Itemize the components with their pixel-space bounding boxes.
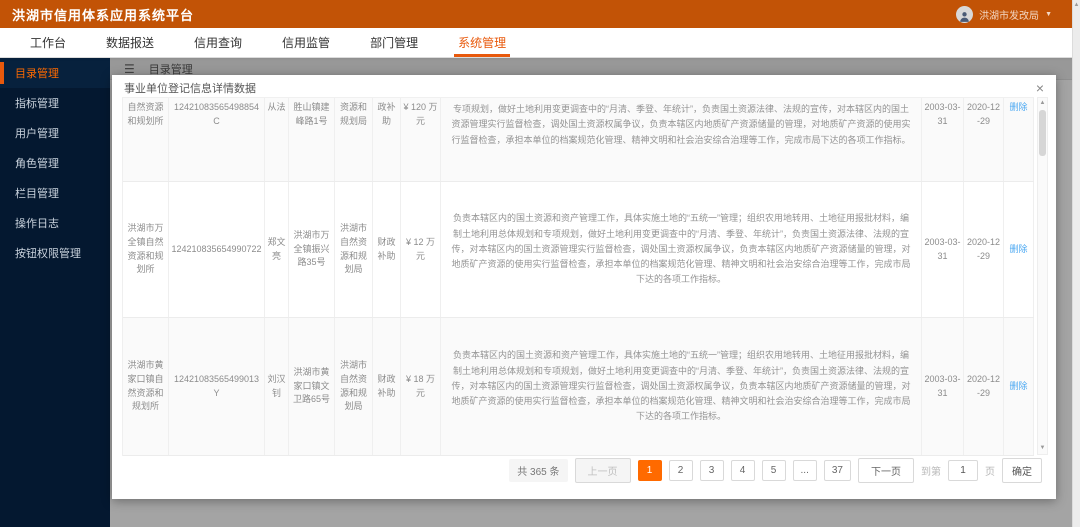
page-button-3[interactable]: 3 [699, 460, 724, 481]
page-button-37[interactable]: 37 [823, 460, 851, 481]
prev-page-button[interactable]: 上一页 [574, 458, 631, 483]
page-button-1[interactable]: 1 [637, 460, 662, 481]
records-table: 自然资源和规划所 12421083565498854C 从法 胜山镇建峰路1号 … [122, 97, 1034, 456]
cell-amount: ¥ 120 万元 [401, 98, 441, 181]
cell-credit-code: 12421083565498854C [169, 98, 265, 181]
confirm-button[interactable]: 确定 [1002, 458, 1042, 483]
scroll-up-icon[interactable]: ▲ [1073, 0, 1080, 10]
cell-amount: ¥ 12 万元 [401, 182, 441, 317]
modal-title: 事业单位登记信息详情数据 [124, 83, 256, 95]
page-button-5[interactable]: 5 [761, 460, 786, 481]
pagination: 共 365 条 上一页 1 2 3 4 5 ... 37 下一页 到第 页 确定 [112, 458, 1042, 483]
nav-tab-data-report[interactable]: 数据报送 [86, 28, 174, 57]
user-menu[interactable]: 洪湖市发改局 ▼ [956, 5, 1052, 23]
delete-link[interactable]: 删除 [1004, 318, 1034, 455]
cell-date-established: 2003-03-31 [922, 98, 964, 181]
cell-org: 资源和规划局 [335, 98, 373, 181]
jump-to-label: 到第 [921, 467, 941, 478]
delete-link[interactable]: 删除 [1004, 182, 1034, 317]
nav-tab-workbench[interactable]: 工作台 [10, 28, 86, 57]
cell-funding: 政补助 [373, 98, 401, 181]
table-row: 洪湖市万全镇自然资源和规划所 124210835654990722 郑文亮 洪湖… [123, 182, 1034, 318]
cell-org: 洪湖市自然资源和规划局 [335, 318, 373, 455]
table-row: 洪湖市黄家口镇自然资源和规划所 12421083565499013Y 刘汉钊 洪… [123, 318, 1034, 456]
page-button-4[interactable]: 4 [730, 460, 755, 481]
cell-funding: 财政补助 [373, 182, 401, 317]
chevron-down-icon: ▼ [1045, 10, 1052, 18]
sidebar-item-columns[interactable]: 栏目管理 [0, 178, 110, 208]
app-title: 洪湖市信用体系应用系统平台 [12, 7, 195, 23]
cell-date-established: 2003-03-31 [922, 182, 964, 317]
page-ellipsis[interactable]: ... [792, 460, 817, 481]
nav-tab-credit-query[interactable]: 信用查询 [174, 28, 262, 57]
cell-credit-code: 124210835654990722 [169, 182, 265, 317]
scroll-up-icon[interactable]: ▲ [1038, 98, 1047, 109]
page-scrollbar[interactable]: ▲ [1072, 0, 1080, 527]
nav-tab-credit-supervision[interactable]: 信用监管 [262, 28, 350, 57]
scrollbar-thumb[interactable] [1039, 110, 1046, 156]
cell-description: 专项规划，做好土地利用变更调查中的“月清、季登、年统计”，负责国土资源法律、法规… [441, 98, 922, 181]
cell-funding: 财政补助 [373, 318, 401, 455]
cell-unit-name: 洪湖市黄家口镇自然资源和规划所 [123, 318, 169, 455]
delete-link[interactable]: 删除 [1004, 98, 1034, 181]
nav-tab-system[interactable]: 系统管理 [438, 28, 526, 57]
cell-unit-name: 洪湖市万全镇自然资源和规划所 [123, 182, 169, 317]
main-nav: 工作台 数据报送 信用查询 信用监管 部门管理 系统管理 [0, 28, 1080, 58]
table-row: 自然资源和规划所 12421083565498854C 从法 胜山镇建峰路1号 … [123, 98, 1034, 182]
detail-modal: 事业单位登记信息详情数据 × 自然资源和规划所 1242108356549885… [112, 75, 1056, 499]
cell-address: 胜山镇建峰路1号 [289, 98, 335, 181]
content-area: ☰ 目录管理 事业单位登记信息详情数据 × 自然资源和规划所 124210835… [110, 58, 1080, 527]
sidebar-item-indicators[interactable]: 指标管理 [0, 88, 110, 118]
cell-date-updated: 2020-12-29 [964, 182, 1004, 317]
app-header: 洪湖市信用体系应用系统平台 洪湖市发改局 ▼ [0, 0, 1080, 28]
sidebar-item-roles[interactable]: 角色管理 [0, 148, 110, 178]
close-icon[interactable]: × [1036, 81, 1044, 95]
cell-person: 郑文亮 [265, 182, 289, 317]
cell-person: 刘汉钊 [265, 318, 289, 455]
cell-credit-code: 12421083565499013Y [169, 318, 265, 455]
next-page-button[interactable]: 下一页 [858, 458, 914, 483]
user-name: 洪湖市发改局 [979, 10, 1040, 22]
page-button-2[interactable]: 2 [668, 460, 693, 481]
cell-date-updated: 2020-12-29 [964, 318, 1004, 455]
cell-org: 洪湖市自然资源和规划局 [335, 182, 373, 317]
cell-unit-name: 自然资源和规划所 [123, 98, 169, 181]
cell-description: 负责本辖区内的国土资源和资产管理工作，具体实施土地的“五统一”管理；组织农用地转… [441, 182, 922, 317]
cell-date-established: 2003-03-31 [922, 318, 964, 455]
sidebar: 目录管理 指标管理 用户管理 角色管理 栏目管理 操作日志 按钮权限管理 [0, 58, 110, 527]
page-unit-label: 页 [985, 467, 995, 478]
nav-tab-department[interactable]: 部门管理 [350, 28, 438, 57]
total-count: 共 365 条 [509, 459, 568, 482]
sidebar-item-logs[interactable]: 操作日志 [0, 208, 110, 238]
sidebar-item-users[interactable]: 用户管理 [0, 118, 110, 148]
cell-description: 负责本辖区内的国土资源和资产管理工作，具体实施土地的“五统一”管理；组织农用地转… [441, 318, 922, 455]
table-scrollbar[interactable]: ▲ ▼ [1037, 97, 1048, 455]
cell-date-updated: 2020-12-29 [964, 98, 1004, 181]
sidebar-item-catalog[interactable]: 目录管理 [0, 58, 110, 88]
sidebar-item-button-perms[interactable]: 按钮权限管理 [0, 238, 110, 268]
scroll-down-icon[interactable]: ▼ [1038, 443, 1047, 454]
cell-address: 洪湖市黄家口镇文卫路65号 [289, 318, 335, 455]
page-jump-input[interactable] [948, 460, 978, 481]
modal-header: 事业单位登记信息详情数据 × [112, 75, 1056, 97]
cell-person: 从法 [265, 98, 289, 181]
cell-amount: ¥ 18 万元 [401, 318, 441, 455]
user-avatar-icon [956, 5, 974, 23]
cell-address: 洪湖市万全镇振兴路35号 [289, 182, 335, 317]
